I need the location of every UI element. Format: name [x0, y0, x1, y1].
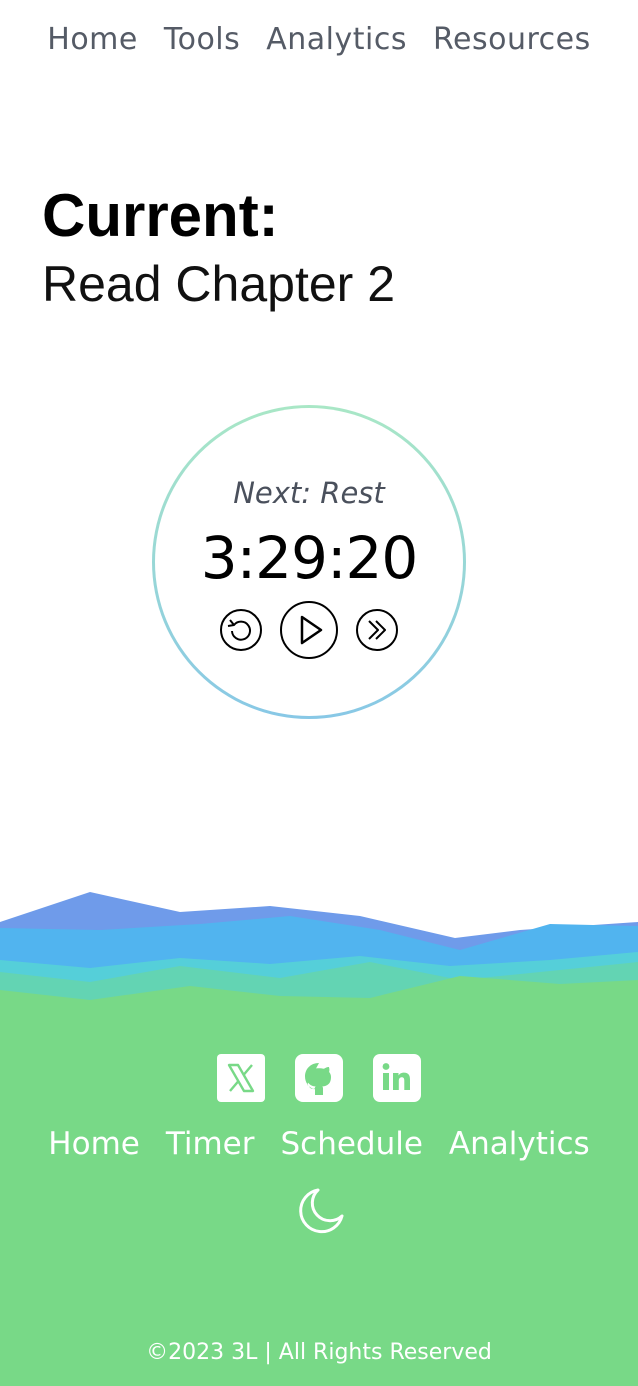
footer-nav: Home Timer Schedule Analytics: [0, 1122, 638, 1166]
restart-icon[interactable]: [219, 608, 263, 652]
copyright-text: ©2023 3L | All Rights Reserved: [146, 1340, 492, 1365]
timer-controls: [155, 600, 463, 660]
play-icon[interactable]: [279, 600, 339, 660]
nav-tools[interactable]: Tools: [164, 18, 240, 62]
x-icon[interactable]: [217, 1054, 265, 1102]
next-label: Next: Rest: [233, 476, 385, 510]
nav-resources[interactable]: Resources: [433, 18, 591, 62]
linkedin-icon[interactable]: [373, 1054, 421, 1102]
timer-face: Next: Rest 3:29:20: [155, 408, 463, 716]
footer-nav-home[interactable]: Home: [48, 1122, 140, 1166]
github-icon[interactable]: [295, 1054, 343, 1102]
moon-icon[interactable]: [296, 1186, 346, 1236]
nav-analytics[interactable]: Analytics: [266, 18, 407, 62]
footer-nav-schedule[interactable]: Schedule: [280, 1122, 422, 1166]
social-links: [0, 1054, 638, 1102]
wave-decoration: [0, 892, 638, 1020]
footer-nav-timer[interactable]: Timer: [166, 1122, 255, 1166]
timer-circle: Next: Rest 3:29:20: [152, 405, 466, 719]
current-label: Current:: [42, 182, 279, 249]
top-nav: Home Tools Analytics Resources: [0, 18, 638, 62]
current-task: Read Chapter 2: [42, 256, 396, 312]
nav-home[interactable]: Home: [47, 18, 138, 62]
footer-nav-analytics[interactable]: Analytics: [449, 1122, 590, 1166]
timer-display: 3:29:20: [200, 524, 419, 592]
skip-forward-icon[interactable]: [355, 608, 399, 652]
footer: Home Timer Schedule Analytics ©2023 3L |…: [0, 1000, 638, 1386]
